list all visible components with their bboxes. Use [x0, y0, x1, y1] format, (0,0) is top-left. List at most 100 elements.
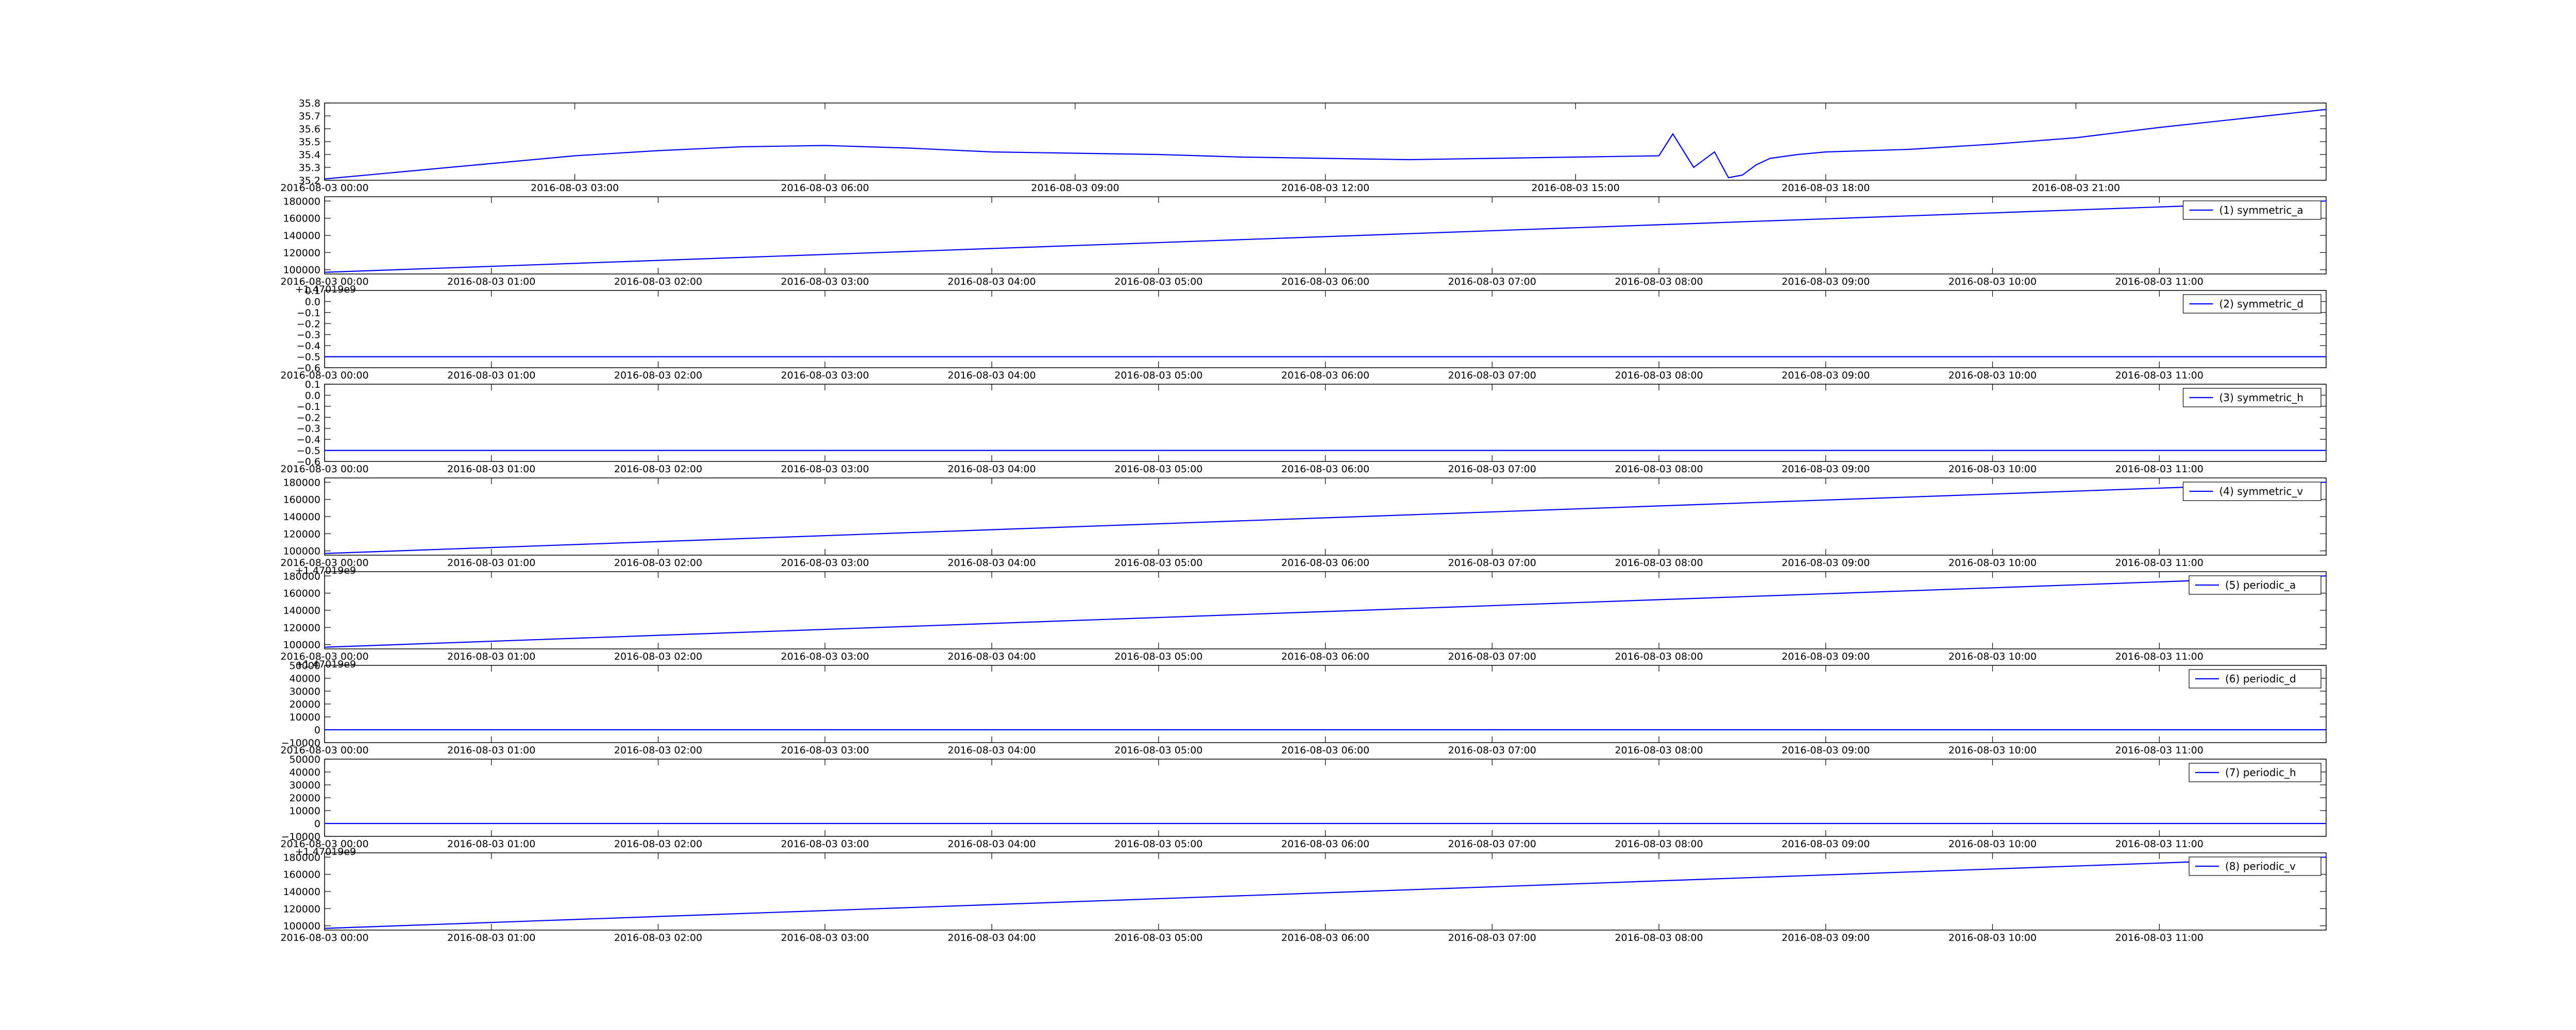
y-tick-label: 50000: [290, 660, 320, 672]
chart-panel-1: 100000 120000 140000 160000 180000 2016-08-03…: [280, 196, 2327, 295]
x-tick-label: 2016-08-03 02:00: [614, 838, 702, 850]
legend-label: (1) symmetric_a: [2219, 204, 2303, 216]
x-tick-label: 2016-08-03 07:00: [1448, 557, 1536, 569]
x-tick-label: 2016-08-03 10:00: [1948, 932, 2037, 943]
chart-panel-5: 100000 120000 140000 160000 180000 2016-08-03…: [280, 571, 2327, 670]
y-tick-label: 0: [314, 818, 320, 830]
x-tick-label: 2016-08-03 05:00: [1114, 838, 1202, 850]
y-tick-label: 35.7: [299, 111, 320, 122]
x-tick-label: 2016-08-03 04:00: [947, 932, 1036, 943]
legend-label: (4) symmetric_v: [2219, 485, 2303, 497]
y-tick-label: 180000: [283, 196, 320, 207]
x-tick-label: 2016-08-03 07:00: [1448, 370, 1536, 381]
x-tick-label: 2016-08-03 00:00: [280, 464, 368, 475]
x-tick-label: 2016-08-03 21:00: [2032, 182, 2120, 194]
axis-offset-label: +1.47019e9: [295, 284, 356, 295]
x-tick-label: 2016-08-03 06:00: [1281, 370, 1369, 381]
y-tick-label: 160000: [283, 213, 320, 225]
x-tick-label: 2016-08-03 07:00: [1448, 745, 1536, 756]
x-tick-label: 2016-08-03 03:00: [781, 464, 869, 475]
y-tick-label: 140000: [283, 886, 320, 898]
x-tick-label: 2016-08-03 10:00: [1948, 651, 2037, 662]
x-tick-label: 2016-08-03 11:00: [2115, 276, 2204, 287]
x-tick-label: 2016-08-03 01:00: [447, 464, 535, 475]
y-tick-label: 10000: [290, 805, 320, 817]
series-line: [324, 856, 2327, 929]
x-tick-label: 2016-08-03 09:00: [1782, 557, 1870, 569]
x-tick-label: 2016-08-03 08:00: [1615, 932, 1703, 943]
y-tick-label: −0.1: [297, 307, 320, 319]
x-tick-label: 2016-08-03 06:00: [1281, 557, 1369, 569]
x-tick-label: 2016-08-03 05:00: [1114, 557, 1202, 569]
x-tick-label: 2016-08-03 02:00: [614, 651, 702, 662]
x-tick-label: 2016-08-03 05:00: [1114, 276, 1202, 287]
y-tick-label: 35.4: [299, 149, 320, 161]
x-tick-label: 2016-08-03 00:00: [280, 182, 368, 194]
axes-frame: [324, 852, 2327, 931]
x-tick-label: 2016-08-03 15:00: [1532, 182, 1620, 194]
y-tick-label: 160000: [283, 869, 320, 881]
y-tick-label: −0.5: [297, 445, 320, 457]
x-tick-label: 2016-08-03 03:00: [781, 276, 869, 287]
y-tick-label: 35.5: [299, 136, 320, 148]
x-tick-label: 2016-08-03 01:00: [447, 932, 535, 943]
x-tick-label: 2016-08-03 03:00: [781, 838, 869, 850]
y-tick-label: 180000: [283, 852, 320, 863]
chart-panel-8: 100000 120000 140000 160000 180000 2016-08-03…: [280, 852, 2327, 943]
axes-frame: [324, 477, 2327, 556]
x-tick-label: 2016-08-03 04:00: [947, 464, 1036, 475]
x-tick-label: 2016-08-03 03:00: [781, 745, 869, 756]
x-tick-label: 2016-08-03 10:00: [1948, 745, 2037, 756]
series-line: [324, 109, 2327, 180]
x-tick-label: 2016-08-03 01:00: [447, 557, 535, 569]
y-tick-label: 160000: [283, 588, 320, 599]
x-tick-label: 2016-08-03 03:00: [781, 370, 869, 381]
x-tick-label: 2016-08-03 11:00: [2115, 464, 2204, 475]
x-tick-label: 2016-08-03 01:00: [447, 651, 535, 662]
y-tick-label: 40000: [290, 767, 320, 778]
y-tick-label: 100000: [283, 265, 320, 276]
y-tick-label: 0.0: [305, 296, 320, 307]
y-tick-label: 120000: [283, 247, 320, 259]
x-tick-label: 2016-08-03 04:00: [947, 838, 1036, 850]
chart-panel-4: 100000 120000 140000 160000 180000 2016-08-03…: [280, 477, 2327, 576]
axes-frame: [324, 759, 2327, 837]
x-tick-label: 2016-08-03 08:00: [1615, 370, 1703, 381]
legend-label: (7) periodic_h: [2225, 766, 2296, 779]
x-tick-label: 2016-08-03 01:00: [447, 745, 535, 756]
series-line: [324, 482, 2327, 554]
x-tick-label: 2016-08-03 04:00: [947, 370, 1036, 381]
x-tick-label: 2016-08-03 10:00: [1948, 557, 2037, 569]
y-tick-label: 35.3: [299, 162, 320, 174]
x-tick-label: 2016-08-03 09:00: [1782, 464, 1870, 475]
x-tick-label: 2016-08-03 11:00: [2115, 932, 2204, 943]
y-tick-label: 100000: [283, 640, 320, 651]
x-tick-label: 2016-08-03 02:00: [614, 557, 702, 569]
x-tick-label: 2016-08-03 07:00: [1448, 932, 1536, 943]
x-tick-label: 2016-08-03 10:00: [1948, 838, 2037, 850]
y-tick-label: −0.2: [297, 318, 320, 330]
y-tick-label: −0.5: [297, 352, 320, 363]
series-line: [324, 200, 2327, 273]
y-tick-label: 30000: [290, 780, 320, 791]
x-tick-label: 2016-08-03 04:00: [947, 745, 1036, 756]
y-tick-label: 40000: [290, 673, 320, 684]
x-tick-label: 2016-08-03 02:00: [614, 370, 702, 381]
y-tick-label: 0.0: [305, 390, 320, 401]
x-tick-label: 2016-08-03 02:00: [614, 276, 702, 287]
x-tick-label: 2016-08-03 10:00: [1948, 464, 2037, 475]
y-tick-label: 180000: [283, 477, 320, 488]
x-tick-label: 2016-08-03 18:00: [1782, 182, 1870, 194]
y-tick-label: 180000: [283, 571, 320, 582]
axes-frame: [324, 665, 2327, 743]
chart-panel-7: −10000010000200003000040000500002016-08-…: [280, 754, 2327, 857]
y-tick-label: 10000: [290, 712, 320, 723]
y-tick-label: 0.1: [305, 285, 320, 297]
x-tick-label: 2016-08-03 09:00: [1782, 651, 1870, 662]
y-tick-label: 120000: [283, 622, 320, 633]
y-tick-label: 140000: [283, 230, 320, 242]
x-tick-label: 2016-08-03 04:00: [947, 276, 1036, 287]
x-tick-label: 2016-08-03 06:00: [1281, 745, 1369, 756]
y-tick-label: −0.4: [297, 434, 320, 445]
x-tick-label: 2016-08-03 03:00: [781, 557, 869, 569]
